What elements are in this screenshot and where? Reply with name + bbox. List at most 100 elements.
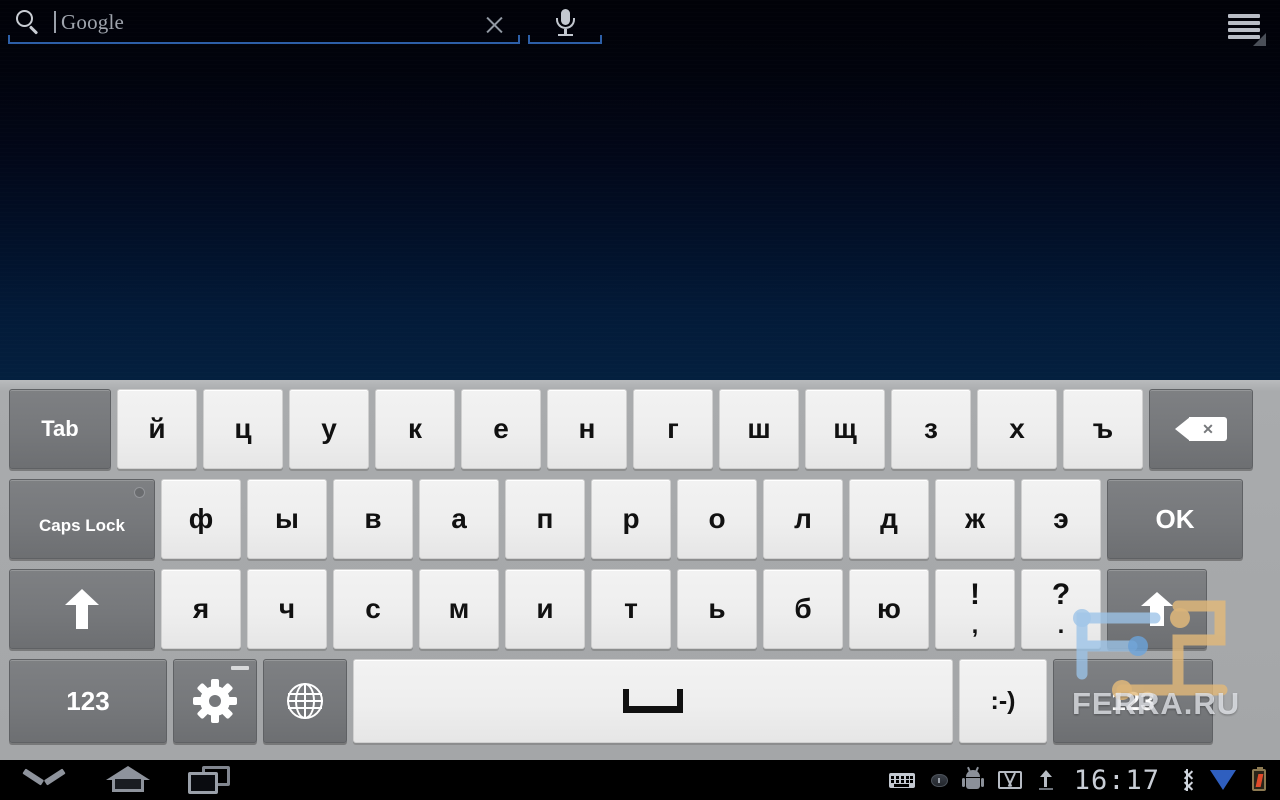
key-label: ы <box>275 503 299 534</box>
wifi-icon[interactable] <box>1210 770 1236 790</box>
key-ha[interactable]: х <box>977 389 1057 469</box>
key-numeric-left[interactable]: 123 <box>9 659 167 743</box>
key-emoji[interactable]: :-) <box>959 659 1047 743</box>
key-label: 123 <box>1111 686 1155 716</box>
mouse-status-icon[interactable] <box>930 773 948 787</box>
key-question-period[interactable]: ?. <box>1021 569 1101 649</box>
key-ok[interactable]: OK <box>1107 479 1243 559</box>
underline-tick-end <box>600 35 602 44</box>
home-icon <box>106 766 150 792</box>
key-em[interactable]: м <box>419 569 499 649</box>
keyboard-status-icon[interactable] <box>888 772 915 788</box>
key-label: д <box>880 503 898 534</box>
key-ya-short[interactable]: й <box>117 389 197 469</box>
key-label: э <box>1053 503 1069 534</box>
key-shift-right[interactable] <box>1107 569 1207 649</box>
key-backspace[interactable]: ✕ <box>1149 389 1253 469</box>
key-settings[interactable] <box>173 659 257 743</box>
key-ve[interactable]: в <box>333 479 413 559</box>
key-che[interactable]: ч <box>247 569 327 649</box>
key-tab[interactable]: Tab <box>9 389 111 469</box>
close-icon[interactable] <box>482 13 506 37</box>
underline-tick-start <box>8 35 10 44</box>
key-label: з <box>924 413 938 444</box>
key-label: 123 <box>66 686 110 716</box>
arrow-up-icon <box>65 589 99 629</box>
system-navigation-bar[interactable]: 16:17 <box>0 760 1280 800</box>
key-sha[interactable]: ш <box>719 389 799 469</box>
key-zhe[interactable]: ж <box>935 479 1015 559</box>
text-cursor <box>54 11 56 33</box>
key-label: Caps Lock <box>39 515 125 535</box>
key-e-reversed[interactable]: э <box>1021 479 1101 559</box>
nav-recents[interactable] <box>188 766 230 794</box>
recent-apps-icon <box>188 766 230 794</box>
key-te[interactable]: т <box>591 569 671 649</box>
key-primary-label: ! <box>970 578 980 611</box>
key-shift-left[interactable] <box>9 569 155 649</box>
key-secondary-label: , <box>971 612 979 639</box>
key-ya[interactable]: я <box>161 569 241 649</box>
key-label: ь <box>708 593 726 624</box>
key-label: ъ <box>1092 413 1114 444</box>
bluetooth-icon[interactable] <box>1180 769 1194 791</box>
space-icon <box>623 689 683 713</box>
gear-icon <box>193 679 237 723</box>
key-shcha[interactable]: щ <box>805 389 885 469</box>
key-ef[interactable]: ф <box>161 479 241 559</box>
key-yeru[interactable]: ы <box>247 479 327 559</box>
key-label: щ <box>833 413 857 444</box>
battery-icon[interactable] <box>1252 767 1266 791</box>
hamburger-menu-icon[interactable] <box>1228 12 1266 46</box>
key-label: т <box>624 593 638 624</box>
key-primary-label: ? <box>1051 578 1071 611</box>
key-er[interactable]: р <box>591 479 671 559</box>
key-soft-sign[interactable]: ь <box>677 569 757 649</box>
key-label: ц <box>234 413 252 444</box>
nav-back-hide-keyboard[interactable] <box>22 766 66 794</box>
key-es[interactable]: с <box>333 569 413 649</box>
key-ghe[interactable]: г <box>633 389 713 469</box>
key-ze[interactable]: з <box>891 389 971 469</box>
key-pe[interactable]: п <box>505 479 585 559</box>
key-exclamation-comma[interactable]: !, <box>935 569 1015 649</box>
key-ka[interactable]: к <box>375 389 455 469</box>
key-be[interactable]: б <box>763 569 843 649</box>
key-i[interactable]: и <box>505 569 585 649</box>
key-yu[interactable]: ю <box>849 569 929 649</box>
home-screen-wallpaper <box>0 0 1280 380</box>
key-de[interactable]: д <box>849 479 929 559</box>
microphone-icon[interactable] <box>553 9 577 39</box>
key-el[interactable]: л <box>763 479 843 559</box>
upload-status-icon[interactable] <box>1038 770 1054 790</box>
key-language[interactable] <box>263 659 347 743</box>
nav-home[interactable] <box>106 766 150 794</box>
globe-icon <box>287 683 323 719</box>
keyboard-row-4: 123 :-) 123 <box>6 656 1274 752</box>
key-en[interactable]: н <box>547 389 627 469</box>
key-a[interactable]: а <box>419 479 499 559</box>
key-label: е <box>493 413 509 444</box>
gmail-status-icon[interactable] <box>997 771 1022 789</box>
key-numeric-right[interactable]: 123 <box>1053 659 1213 743</box>
key-hard-sign[interactable]: ъ <box>1063 389 1143 469</box>
google-search-widget[interactable]: Google <box>0 0 612 46</box>
search-input[interactable]: Google <box>61 10 124 35</box>
key-u[interactable]: у <box>289 389 369 469</box>
key-label: б <box>794 593 812 624</box>
key-ye[interactable]: е <box>461 389 541 469</box>
key-o[interactable]: о <box>677 479 757 559</box>
onscreen-keyboard[interactable]: Tab й ц у к е н г ш щ з х ъ ✕ Caps Lock ф ы в а п р о л д ж э OK … <box>0 380 1280 760</box>
key-label: !, <box>970 580 980 638</box>
search-underline-right <box>528 42 602 44</box>
key-label: ч <box>278 593 296 624</box>
keyboard-row-1: Tab й ц у к е н г ш щ з х ъ ✕ <box>6 386 1274 476</box>
chevron-down-icon <box>22 766 66 788</box>
backspace-icon: ✕ <box>1175 414 1227 444</box>
key-caps-lock[interactable]: Caps Lock <box>9 479 155 559</box>
android-status-icon[interactable] <box>961 766 984 790</box>
key-tse[interactable]: ц <box>203 389 283 469</box>
key-label: м <box>448 593 470 624</box>
key-space[interactable] <box>353 659 953 743</box>
caps-lock-indicator <box>134 487 145 498</box>
